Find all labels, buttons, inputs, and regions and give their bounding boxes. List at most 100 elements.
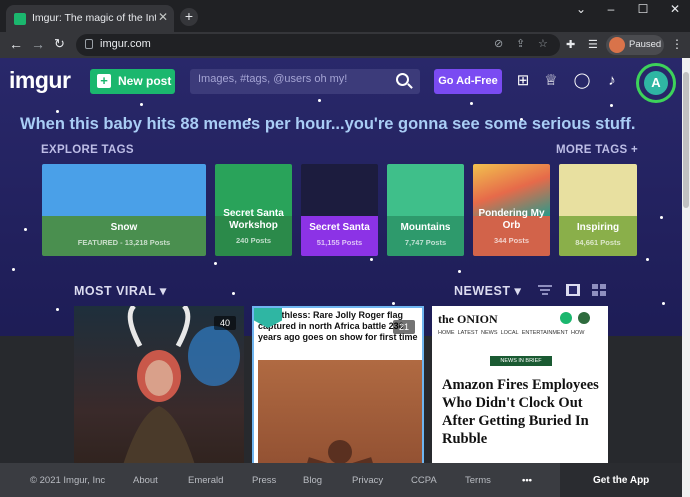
footer-link-terms[interactable]: Terms — [465, 475, 491, 486]
caret-down-icon[interactable]: ⌄ — [566, 2, 596, 16]
tag-image — [387, 164, 464, 216]
nav-item: NEWS — [481, 330, 498, 336]
footer-more-icon[interactable]: ••• — [522, 475, 532, 486]
tag-pondering-my-orb[interactable]: Pondering My Orb 344 Posts — [473, 164, 550, 256]
tag-count: FEATURED - 13,218 Posts — [77, 238, 171, 247]
search-box[interactable] — [190, 69, 420, 94]
headline: Amazon Fires Employees Who Didn't Clock … — [442, 377, 599, 447]
copyright: © 2021 Imgur, Inc — [30, 475, 106, 486]
news-icon — [560, 312, 572, 324]
window-close-button[interactable]: ✕ — [660, 2, 690, 16]
tag-image — [559, 164, 637, 216]
tag-name: Inspiring — [576, 222, 620, 233]
post-count: 21 — [393, 320, 415, 334]
new-post-label: New post — [118, 74, 172, 88]
search-input[interactable] — [198, 73, 388, 85]
page-footer: © 2021 Imgur, Inc About Emerald Press Bl… — [0, 463, 682, 497]
new-tab-button[interactable]: + — [180, 8, 198, 26]
maximize-button[interactable]: ☐ — [628, 2, 658, 16]
nav-item: ENTERTAINMENT — [521, 330, 568, 336]
tag-name: Secret Santa Workshop — [223, 208, 284, 231]
new-post-button[interactable]: + New post — [90, 69, 175, 94]
tag-secret-santa[interactable]: Secret Santa 51,155 Posts — [301, 164, 378, 256]
scrollbar-thumb[interactable] — [683, 72, 689, 208]
plus-icon: + — [97, 74, 111, 88]
bookmark-star-icon[interactable]: ☆ — [538, 37, 548, 50]
tag-count: 240 Posts — [235, 236, 272, 245]
user-icon — [578, 312, 590, 324]
browser-menu-icon[interactable]: ⋮ — [671, 37, 683, 51]
tag-image — [301, 164, 378, 216]
section-label: MOST VIRAL — [74, 284, 156, 298]
nav-item: LATEST — [457, 330, 478, 336]
card-view-icon[interactable] — [566, 284, 580, 296]
share-icon[interactable]: ⇪ — [516, 37, 525, 50]
address-bar[interactable]: imgur.com ⊘ ⇪ ☆ — [76, 34, 560, 56]
tag-name: Secret Santa — [309, 222, 370, 233]
tag-inspiring[interactable]: Inspiring 84,661 Posts — [559, 164, 637, 256]
sort-label: NEWEST — [454, 284, 511, 298]
tag-footer: Mountains 7,747 Posts — [387, 216, 464, 256]
get-the-app-button[interactable]: Get the App — [560, 463, 682, 497]
reload-button[interactable]: ↻ — [54, 36, 65, 52]
get-app-label: Get the App — [593, 475, 650, 486]
imgur-page: imgur + New post Go Ad-Free ⊞ ♕ ◯ ♪ A Wh… — [0, 58, 682, 497]
tag-footer: Snow FEATURED - 13,218 Posts — [42, 216, 206, 256]
news-badge: NEWS IN BRIEF — [490, 356, 552, 366]
gift-icon[interactable]: ⊞ — [513, 71, 533, 91]
imgur-logo[interactable]: imgur — [9, 67, 71, 94]
chat-icon[interactable]: ◯ — [572, 71, 592, 91]
notification-bell-icon[interactable]: ♪ — [602, 71, 622, 91]
forward-button[interactable]: → — [31, 36, 45, 52]
page-scrollbar[interactable] — [682, 58, 690, 497]
footer-link-privacy[interactable]: Privacy — [352, 475, 383, 486]
grid-view-icon[interactable] — [592, 284, 606, 296]
nav-item: LOCAL — [500, 330, 519, 336]
footer-link-ccpa[interactable]: CCPA — [411, 475, 437, 486]
tagline: When this baby hits 88 memes per hour...… — [20, 115, 636, 133]
tag-count: 84,661 Posts — [575, 238, 621, 247]
url-text: imgur.com — [100, 38, 151, 50]
footer-link-blog[interactable]: Blog — [303, 475, 322, 486]
tag-name: Mountains — [400, 222, 451, 233]
badge-icon[interactable]: ♕ — [541, 71, 561, 91]
lock-icon — [85, 39, 93, 49]
nav-item: HOW — [571, 330, 585, 336]
reading-list-icon[interactable]: ☰ — [588, 38, 598, 51]
tag-footer: Secret Santa Workshop 240 Posts — [215, 208, 292, 256]
tag-footer: Secret Santa 51,155 Posts — [301, 216, 378, 256]
outlet-name: the ONION — [438, 312, 498, 326]
most-viral-dropdown[interactable]: MOST VIRAL ▾ — [74, 283, 167, 298]
tab-close-icon[interactable]: ✕ — [158, 10, 168, 24]
nav-item: HOME — [438, 330, 455, 336]
go-ad-free-button[interactable]: Go Ad-Free — [434, 69, 502, 94]
imgur-favicon-icon — [14, 13, 26, 25]
tag-snow[interactable]: Snow FEATURED - 13,218 Posts — [42, 164, 206, 256]
extensions-icon[interactable]: ✚ — [566, 38, 575, 51]
tag-footer: Inspiring 84,661 Posts — [559, 216, 637, 256]
profile-avatar — [609, 37, 625, 53]
tag-name: Pondering My Orb — [478, 208, 545, 231]
profile-button[interactable]: Paused — [606, 35, 664, 55]
sort-dropdown[interactable]: NEWEST ▾ — [454, 283, 521, 298]
search-icon[interactable] — [396, 73, 409, 86]
browser-toolbar: ← → ↻ imgur.com ⊘ ⇪ ☆ ✚ ☰ Paused ⋮ — [0, 32, 690, 58]
minimize-button[interactable]: – — [596, 2, 626, 16]
user-avatar-button[interactable]: A — [636, 63, 676, 103]
footer-link-press[interactable]: Press — [252, 475, 276, 486]
footer-link-about[interactable]: About — [133, 475, 158, 486]
back-button[interactable]: ← — [9, 36, 23, 52]
tag-mountains[interactable]: Mountains 7,747 Posts — [387, 164, 464, 256]
footer-link-emerald[interactable]: Emerald — [188, 475, 223, 486]
browser-tab[interactable]: Imgur: The magic of the Internet ✕ — [6, 5, 174, 32]
browser-tab-bar: Imgur: The magic of the Internet ✕ + ⌄ –… — [0, 0, 690, 32]
list-view-icon[interactable] — [538, 284, 552, 296]
avatar: A — [644, 71, 668, 95]
eye-off-icon[interactable]: ⊘ — [494, 37, 503, 50]
more-tags-link[interactable]: MORE TAGS + — [556, 144, 638, 156]
tag-image — [42, 164, 206, 216]
outlet-nav: HOME LATEST NEWS LOCAL ENTERTAINMENT HOW — [438, 330, 584, 336]
chevron-down-icon: ▾ — [514, 284, 522, 298]
tag-secret-santa-workshop[interactable]: Secret Santa Workshop 240 Posts — [215, 164, 292, 256]
post-count: 40 — [214, 316, 236, 330]
